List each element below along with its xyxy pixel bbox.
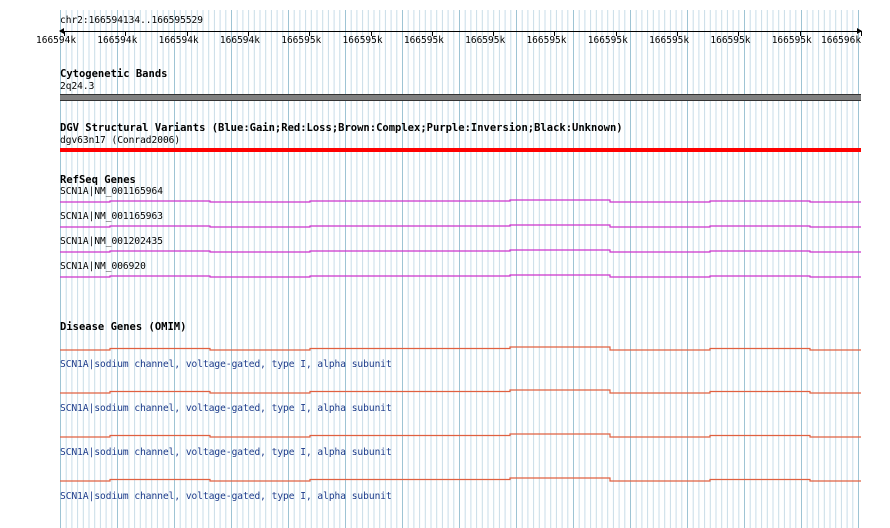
ruler-line — [60, 31, 861, 32]
cytoband-label: 2q24.3 — [60, 81, 95, 92]
ruler-tick-label: 166596k — [821, 35, 862, 46]
ruler-tick-label: 166594k — [158, 35, 199, 46]
ruler-tick-label: 166594k — [36, 35, 77, 46]
ruler-tick-label: 166595k — [649, 35, 690, 46]
ruler-tick-label: 166595k — [710, 35, 751, 46]
omim-gene-line[interactable] — [60, 346, 861, 351]
dgv-variant-label: dgv63n17 (Conrad2006) — [60, 135, 181, 146]
omim-gene-line[interactable] — [60, 433, 861, 438]
refseq-gene-line[interactable] — [60, 249, 861, 253]
refseq-gene-label[interactable]: SCN1A|NM_001165963 — [60, 211, 163, 222]
ruler-tick-label: 166595k — [403, 35, 444, 46]
refseq-track-title: RefSeq Genes — [60, 174, 136, 186]
omim-gene-label[interactable]: SCN1A|sodium channel, voltage-gated, typ… — [60, 359, 392, 370]
cytogenetic-track-title: Cytogenetic Bands — [60, 68, 168, 80]
dgv-variant-bar[interactable] — [60, 148, 861, 152]
omim-gene-label[interactable]: SCN1A|sodium channel, voltage-gated, typ… — [60, 403, 392, 414]
refseq-gene-label[interactable]: SCN1A|NM_001165964 — [60, 186, 163, 197]
refseq-gene-line[interactable] — [60, 224, 861, 228]
ruler-tick-label: 166595k — [771, 35, 812, 46]
locus-label: chr2:166594134..166595529 — [60, 15, 203, 26]
ruler-tick-label: 166595k — [526, 35, 567, 46]
ruler-tick-label: 166595k — [465, 35, 506, 46]
refseq-gene-label[interactable]: SCN1A|NM_006920 — [60, 261, 146, 272]
refseq-gene-label[interactable]: SCN1A|NM_001202435 — [60, 236, 163, 247]
ruler-tick-label: 166595k — [342, 35, 383, 46]
cytoband-bar[interactable] — [60, 94, 861, 101]
omim-gene-line[interactable] — [60, 389, 861, 394]
omim-gene-line[interactable] — [60, 477, 861, 482]
refseq-gene-line[interactable] — [60, 274, 861, 278]
omim-gene-label[interactable]: SCN1A|sodium channel, voltage-gated, typ… — [60, 491, 392, 502]
ruler-tick-label: 166594k — [97, 35, 138, 46]
omim-track-title: Disease Genes (OMIM) — [60, 321, 187, 333]
refseq-gene-line[interactable] — [60, 199, 861, 203]
ruler-tick-label: 166595k — [281, 35, 322, 46]
ruler-tick-label: 166595k — [587, 35, 628, 46]
ruler-tick-mark — [861, 31, 862, 36]
omim-gene-label[interactable]: SCN1A|sodium channel, voltage-gated, typ… — [60, 447, 392, 458]
dgv-track-title: DGV Structural Variants (Blue:Gain;Red:L… — [60, 122, 623, 134]
ruler-tick-label: 166594k — [219, 35, 260, 46]
